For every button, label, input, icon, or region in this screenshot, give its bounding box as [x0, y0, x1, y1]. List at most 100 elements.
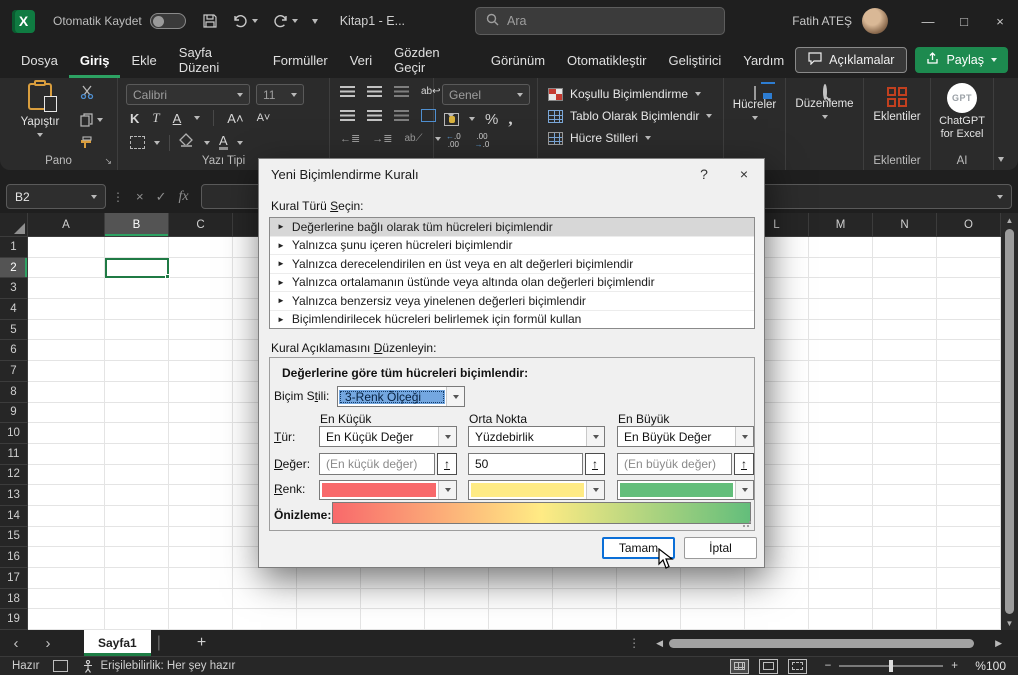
cell-B4[interactable]: [105, 299, 169, 320]
page-layout-view-icon[interactable]: [759, 659, 778, 674]
customize-qat-icon[interactable]: [312, 19, 318, 24]
paste-button[interactable]: Yapıştır: [14, 83, 66, 140]
cell-A5[interactable]: [28, 320, 105, 341]
vertical-scroll-thumb[interactable]: [1005, 229, 1014, 614]
color-swatch-minimum[interactable]: [319, 480, 457, 500]
cell-M12[interactable]: [809, 465, 873, 486]
cell-O2[interactable]: [937, 258, 1001, 279]
chatgpt-button[interactable]: GPT ChatGPT for Excel: [931, 83, 993, 141]
cell-C19[interactable]: [169, 609, 233, 630]
column-header-A[interactable]: A: [28, 213, 105, 236]
normal-view-icon[interactable]: [730, 659, 749, 674]
vertical-scrollbar[interactable]: ▲ ▼: [1001, 213, 1018, 630]
cell-E19[interactable]: [297, 609, 361, 630]
cell-A13[interactable]: [28, 485, 105, 506]
column-header-O[interactable]: O: [937, 213, 1001, 236]
cell-B15[interactable]: [105, 527, 169, 548]
editing-button[interactable]: Düzenleme: [786, 86, 863, 122]
cell-I19[interactable]: [553, 609, 617, 630]
cell-M6[interactable]: [809, 340, 873, 361]
color-swatch-maximum[interactable]: [617, 480, 754, 500]
cell-K18[interactable]: [681, 589, 745, 610]
cell-H17[interactable]: [489, 568, 553, 589]
scroll-down-icon[interactable]: ▼: [1006, 616, 1014, 630]
cell-H18[interactable]: [489, 589, 553, 610]
cell-M4[interactable]: [809, 299, 873, 320]
cell-C6[interactable]: [169, 340, 233, 361]
selected-cell-outline[interactable]: [105, 258, 169, 279]
cell-B7[interactable]: [105, 361, 169, 382]
tab-sayfa-düzeni[interactable]: Sayfa Düzeni: [168, 42, 262, 78]
cell-styles-button[interactable]: Hücre Stilleri: [548, 131, 651, 145]
row-header-6[interactable]: 6: [0, 340, 28, 361]
cancel-entry-icon[interactable]: ×: [136, 189, 144, 204]
align-center-icon[interactable]: [367, 110, 382, 121]
italic-button[interactable]: T: [152, 110, 159, 126]
cell-C3[interactable]: [169, 278, 233, 299]
column-header-B[interactable]: B: [105, 213, 169, 236]
align-top-icon[interactable]: [340, 86, 355, 97]
cell-O14[interactable]: [937, 506, 1001, 527]
cell-A17[interactable]: [28, 568, 105, 589]
redo-button[interactable]: [272, 13, 298, 29]
rule-type-item-5[interactable]: ►Biçimlendirilecek hücreleri belirlemek …: [270, 311, 754, 329]
cell-G19[interactable]: [425, 609, 489, 630]
cell-A4[interactable]: [28, 299, 105, 320]
addins-button[interactable]: Eklentiler: [864, 86, 930, 123]
cell-N14[interactable]: [873, 506, 937, 527]
cell-I17[interactable]: [553, 568, 617, 589]
cell-M5[interactable]: [809, 320, 873, 341]
cell-O13[interactable]: [937, 485, 1001, 506]
value-input-minimum[interactable]: (En küçük değer): [319, 453, 435, 475]
row-header-18[interactable]: 18: [0, 589, 28, 610]
cell-C15[interactable]: [169, 527, 233, 548]
collapse-range-button-maximum[interactable]: ↑: [734, 453, 754, 475]
font-color-dropdown-icon[interactable]: [237, 141, 243, 145]
cell-O16[interactable]: [937, 547, 1001, 568]
cell-M7[interactable]: [809, 361, 873, 382]
cell-C5[interactable]: [169, 320, 233, 341]
row-header-14[interactable]: 14: [0, 506, 28, 527]
tab-görünüm[interactable]: Görünüm: [480, 42, 556, 78]
cancel-button[interactable]: İptal: [684, 537, 757, 559]
cell-C1[interactable]: [169, 237, 233, 258]
cell-M17[interactable]: [809, 568, 873, 589]
cell-I18[interactable]: [553, 589, 617, 610]
zoom-in-icon[interactable]: +: [951, 660, 958, 672]
cell-M3[interactable]: [809, 278, 873, 299]
cell-C4[interactable]: [169, 299, 233, 320]
cell-L17[interactable]: [745, 568, 809, 589]
tab-otomatikleştir[interactable]: Otomatikleştir: [556, 42, 657, 78]
font-size-select[interactable]: 11: [256, 84, 304, 105]
insert-function-icon[interactable]: fx: [179, 189, 189, 205]
cell-O12[interactable]: [937, 465, 1001, 486]
rule-type-item-2[interactable]: ►Yalnızca derecelendirilen en üst veya e…: [270, 255, 754, 274]
cell-B14[interactable]: [105, 506, 169, 527]
row-header-17[interactable]: 17: [0, 568, 28, 589]
rule-type-item-1[interactable]: ►Yalnızca şunu içeren hücreleri biçimlen…: [270, 237, 754, 256]
cell-M2[interactable]: [809, 258, 873, 279]
zoom-slider[interactable]: [839, 665, 943, 667]
cell-B13[interactable]: [105, 485, 169, 506]
borders-dropdown-icon[interactable]: [154, 141, 160, 145]
fill-color-dropdown-icon[interactable]: [204, 141, 210, 145]
cell-C2[interactable]: [169, 258, 233, 279]
rule-type-item-4[interactable]: ►Yalnızca benzersiz veya yinelenen değer…: [270, 292, 754, 311]
color-swatch-midpoint[interactable]: [468, 480, 605, 500]
cell-A7[interactable]: [28, 361, 105, 382]
collapse-range-button-minimum[interactable]: ↑: [437, 453, 457, 475]
decrease-decimal-icon[interactable]: .00→.0: [475, 133, 490, 149]
underline-dropdown-icon[interactable]: [194, 116, 200, 120]
cell-C12[interactable]: [169, 465, 233, 486]
cell-B19[interactable]: [105, 609, 169, 630]
cell-A12[interactable]: [28, 465, 105, 486]
cell-H19[interactable]: [489, 609, 553, 630]
cell-O6[interactable]: [937, 340, 1001, 361]
cell-O11[interactable]: [937, 444, 1001, 465]
borders-icon[interactable]: [130, 136, 145, 149]
increase-indent-icon[interactable]: →≣: [372, 132, 392, 145]
align-bottom-icon[interactable]: [394, 86, 409, 97]
color-swatch-dropdown-icon-midpoint[interactable]: [586, 481, 604, 499]
next-sheet-icon[interactable]: ›: [32, 635, 64, 652]
cell-L19[interactable]: [745, 609, 809, 630]
